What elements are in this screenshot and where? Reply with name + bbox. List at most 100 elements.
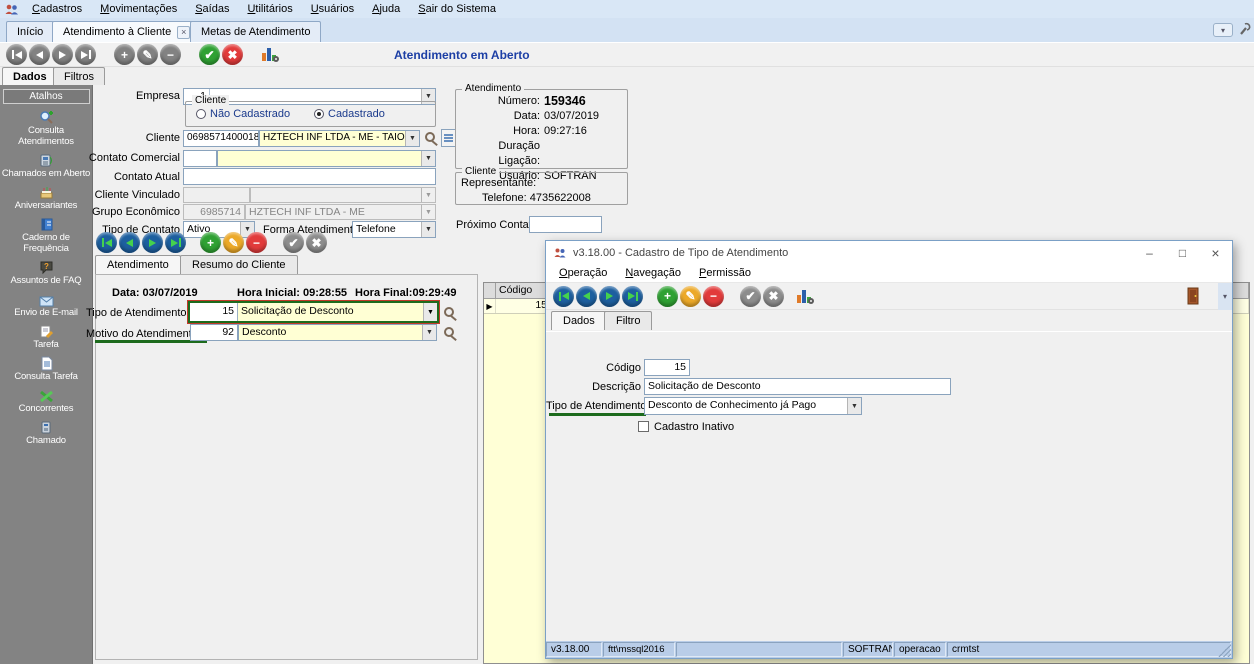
sidebar-item-concorrentes[interactable]: Concorrentes	[0, 387, 93, 414]
maximize-icon[interactable]: □	[1166, 241, 1199, 264]
forma-atendimento-combo[interactable]: Telefone ▼	[352, 221, 436, 238]
dropdown-icon[interactable]: ▼	[421, 222, 435, 237]
dialog-menu-navegacao[interactable]: Navegação	[616, 266, 690, 280]
tab-metas-atendimento[interactable]: Metas de Atendimento	[190, 21, 321, 42]
dialog-title-bar[interactable]: v3.18.00 - Cadastro de Tipo de Atendimen…	[546, 241, 1232, 264]
sidebar-item-consulta-tarefa[interactable]: Consulta Tarefa	[0, 355, 93, 382]
dialog-delete-button[interactable]: −	[703, 286, 724, 307]
dialog-tab-filtro-label: Filtro	[616, 315, 640, 327]
detail-add-button[interactable]: +	[200, 232, 221, 253]
contato-comercial-code-field[interactable]	[183, 150, 217, 167]
detail-confirm-button[interactable]: ✔	[283, 232, 304, 253]
tab-inicio[interactable]: Início	[6, 21, 54, 42]
menu-movimentacoes[interactable]: Movimentações	[91, 2, 186, 16]
tipo-atendimento-search-icon[interactable]	[444, 307, 454, 317]
motivo-atendimento-search-icon[interactable]	[444, 327, 454, 337]
sidebar-item-tarefa[interactable]: Tarefa	[0, 323, 93, 350]
dropdown-icon[interactable]: ▼	[847, 398, 861, 414]
dialog-confirm-button[interactable]: ✔	[740, 286, 761, 307]
contato-comercial-combo[interactable]: ▼	[217, 150, 436, 167]
nav-prev-button[interactable]	[29, 44, 50, 65]
dialog-nav-last-button[interactable]	[622, 286, 643, 307]
menu-saidas[interactable]: Saídas	[186, 2, 238, 16]
sidebar-item-assuntos-faq[interactable]: ? Assuntos de FAQ	[0, 259, 93, 286]
add-button[interactable]: +	[114, 44, 135, 65]
menu-cadastros[interactable]: Cadastros	[23, 2, 91, 16]
phone-card-icon	[0, 152, 93, 168]
dropdown-icon[interactable]: ▼	[423, 303, 437, 321]
detail-delete-button[interactable]: −	[246, 232, 267, 253]
tab-atendimento-detail[interactable]: Atendimento	[95, 255, 181, 274]
side-tab-filtros[interactable]: Filtros	[53, 67, 105, 85]
dialog-chart-icon[interactable]	[796, 288, 815, 305]
dropdown-icon[interactable]: ▼	[421, 151, 435, 166]
dialog-nav-next-button[interactable]	[599, 286, 620, 307]
delete-button[interactable]: −	[160, 44, 181, 65]
detail-nav-next-button[interactable]	[142, 232, 163, 253]
cancel-button[interactable]: ✖	[222, 44, 243, 65]
grid-col-codigo[interactable]: Código	[496, 283, 551, 298]
nav-next-button[interactable]	[52, 44, 73, 65]
detail-nav-prev-button[interactable]	[119, 232, 140, 253]
minimize-icon[interactable]: –	[1133, 241, 1166, 264]
dialog-edit-button[interactable]: ✎	[680, 286, 701, 307]
sidebar-item-caderno-frequencia[interactable]: Caderno de Frequência	[0, 216, 93, 254]
tipo-atendimento-code[interactable]: 15	[190, 303, 238, 321]
menu-utilitarios[interactable]: Utilitários	[238, 2, 301, 16]
tab-close-icon[interactable]: ×	[177, 26, 190, 39]
cadastro-tipo-atendimento-dialog: v3.18.00 - Cadastro de Tipo de Atendimen…	[545, 240, 1233, 659]
proximo-contato-field[interactable]	[529, 216, 602, 233]
detail-edit-button[interactable]: ✎	[223, 232, 244, 253]
dialog-menu-permissao[interactable]: Permissão	[690, 266, 760, 280]
sidebar-item-chamados-em-aberto[interactable]: Chamados em Aberto	[0, 152, 93, 179]
cliente-list-button[interactable]	[441, 129, 456, 147]
nav-last-button[interactable]	[75, 44, 96, 65]
dialog-add-button[interactable]: +	[657, 286, 678, 307]
tipo-atendimento-combo[interactable]: 15 Solicitação de Desconto ▼	[188, 301, 439, 323]
dialog-menu-operacao[interactable]: Operação	[550, 266, 616, 280]
tab-scroll-chevron-button[interactable]: ▾	[1213, 23, 1233, 37]
cadastro-inativo-checkbox[interactable]	[638, 421, 649, 432]
dropdown-icon[interactable]: ▼	[422, 325, 436, 340]
menu-sair[interactable]: Sair do Sistema	[409, 2, 505, 16]
confirm-button[interactable]: ✔	[199, 44, 220, 65]
tab-atendimento-cliente[interactable]: Atendimento à Cliente ×	[52, 21, 201, 42]
sidebar-item-chamado[interactable]: Chamado	[0, 419, 93, 446]
dialog-nav-first-button[interactable]	[553, 286, 574, 307]
dropdown-icon: ▼	[421, 188, 435, 202]
contato-atual-field[interactable]	[183, 168, 436, 185]
menu-ajuda[interactable]: Ajuda	[363, 2, 409, 16]
dialog-codigo-field[interactable]: 15	[644, 359, 690, 376]
sidebar-item-consulta-atendimentos[interactable]: Consulta Atendimentos	[0, 109, 93, 147]
tab-resumo-cliente[interactable]: Resumo do Cliente	[180, 255, 298, 274]
dialog-nav-prev-button[interactable]	[576, 286, 597, 307]
toolbar-overflow-button[interactable]: ▾	[1218, 283, 1232, 310]
dialog-tab-filtro[interactable]: Filtro	[604, 311, 652, 330]
radio-nao-cadastrado[interactable]: Não Cadastrado	[196, 108, 290, 120]
detail-cancel-button[interactable]: ✖	[306, 232, 327, 253]
edit-button[interactable]: ✎	[137, 44, 158, 65]
sidebar-item-envio-email[interactable]: Envio de E-mail	[0, 291, 93, 318]
close-icon[interactable]: ×	[1199, 241, 1232, 264]
detail-nav-last-button[interactable]	[165, 232, 186, 253]
dialog-tab-dados[interactable]: Dados	[551, 311, 607, 330]
dropdown-icon[interactable]: ▼	[405, 131, 419, 146]
sidebar-item-aniversariantes[interactable]: Aniversariantes	[0, 184, 93, 211]
motivo-atendimento-combo[interactable]: Desconto ▼	[238, 324, 437, 341]
side-tab-dados[interactable]: Dados	[2, 67, 58, 85]
detail-nav-first-button[interactable]	[96, 232, 117, 253]
dialog-descricao-field[interactable]: Solicitação de Desconto	[644, 378, 951, 395]
chart-icon[interactable]	[261, 46, 280, 63]
motivo-atendimento-code[interactable]: 92	[190, 324, 238, 341]
resize-grip[interactable]	[1218, 644, 1231, 657]
dialog-tipo-atendimento-combo[interactable]: Desconto de Conhecimento já Pago ▼	[644, 397, 862, 415]
dialog-cancel-button[interactable]: ✖	[763, 286, 784, 307]
cliente-search-icon[interactable]	[425, 132, 435, 142]
tools-wrench-icon[interactable]	[1238, 21, 1252, 37]
menu-usuarios[interactable]: Usuários	[302, 2, 363, 16]
radio-cadastrado[interactable]: Cadastrado	[314, 108, 385, 120]
nav-first-button[interactable]	[6, 44, 27, 65]
cliente-combo[interactable]: HZTECH INF LTDA - ME - TAIO ▼	[259, 130, 420, 147]
exit-door-icon[interactable]	[1187, 287, 1200, 305]
cliente-code-field[interactable]: 06985714000182	[183, 130, 259, 147]
